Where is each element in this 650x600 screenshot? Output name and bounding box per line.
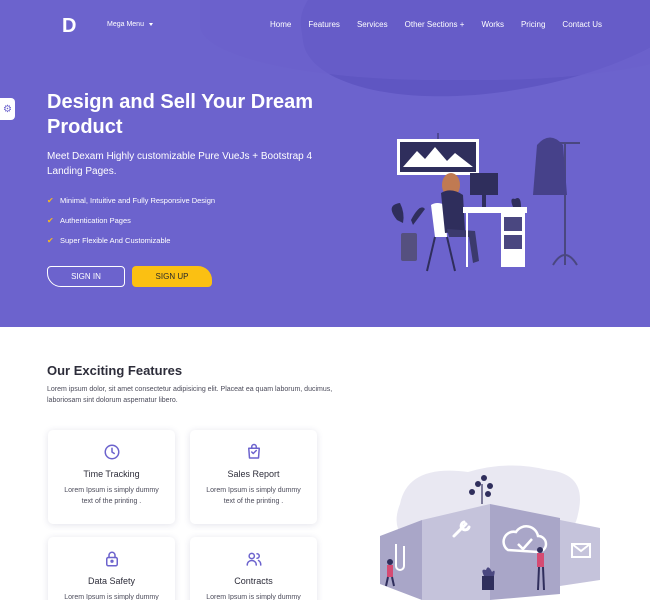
clock-icon xyxy=(104,444,119,460)
checklist-item: ✔ Minimal, Intuitive and Fully Responsiv… xyxy=(47,190,215,210)
feature-card-contracts[interactable]: Contracts Lorem Ipsum is simply dummy xyxy=(190,537,317,600)
sign-in-button[interactable]: SIGN IN xyxy=(47,266,125,287)
card-title: Time Tracking xyxy=(83,469,140,479)
panel-left xyxy=(380,520,422,600)
nav-item-features[interactable]: Features xyxy=(308,20,340,29)
checklist-text: Minimal, Intuitive and Fully Responsive … xyxy=(60,195,216,205)
nav-item-services[interactable]: Services xyxy=(357,20,388,29)
gear-icon: ⚙ xyxy=(3,103,12,115)
coat xyxy=(533,137,567,195)
nav-item-home[interactable]: Home xyxy=(270,20,291,29)
card-text: Lorem Ipsum is simply dummy xyxy=(206,594,301,600)
hero-subtitle: Meet Dexam Highly customizable Pure VueJ… xyxy=(47,151,313,177)
nav-item-pricing[interactable]: Pricing xyxy=(521,20,545,29)
card-text: Lorem Ipsum is simply dummy text of the … xyxy=(64,487,159,505)
hero-section: D Mega Menu Home Features Services Other… xyxy=(0,0,650,327)
feature-card-time-tracking[interactable]: Time Tracking Lorem Ipsum is simply dumm… xyxy=(48,430,175,524)
logo[interactable]: D xyxy=(62,15,76,38)
settings-toggle[interactable]: ⚙ xyxy=(0,98,15,120)
navbar: D Mega Menu Home Features Services Other… xyxy=(0,0,650,52)
nav-item-other-sections[interactable]: Other Sections + xyxy=(405,20,465,29)
feature-card-sales-report[interactable]: Sales Report Lorem Ipsum is simply dummy… xyxy=(190,430,317,524)
mega-menu-label: Mega Menu xyxy=(107,21,144,28)
check-icon: ✔ xyxy=(47,235,54,245)
checklist-text: Authentication Pages xyxy=(60,215,131,225)
main-menu: Home Features Services Other Sections + … xyxy=(253,20,602,29)
panel-tools xyxy=(422,504,490,600)
lock-icon xyxy=(105,551,118,567)
card-text: Lorem Ipsum is simply dummy text of the … xyxy=(206,487,301,505)
checklist-text: Super Flexible And Customizable xyxy=(60,235,171,245)
sign-up-button[interactable]: SIGN UP xyxy=(132,266,212,287)
desk xyxy=(463,207,527,213)
users-icon xyxy=(246,552,261,566)
card-title: Data Safety xyxy=(87,576,136,586)
features-illustration xyxy=(380,465,600,600)
check-icon: ✔ xyxy=(47,195,54,205)
checklist-item: ✔ Authentication Pages xyxy=(47,210,215,230)
hero-illustration xyxy=(391,133,580,272)
nav-item-contact[interactable]: Contact Us xyxy=(562,20,602,29)
shopping-bag-icon xyxy=(247,443,260,459)
features-title: Our Exciting Features xyxy=(47,363,183,378)
hero-title: Design and Sell Your Dream Product xyxy=(47,91,314,138)
mega-menu-dropdown[interactable]: Mega Menu xyxy=(107,21,153,28)
hero-checklist: ✔ Minimal, Intuitive and Fully Responsiv… xyxy=(47,190,215,250)
feature-card-data-safety[interactable]: Data Safety Lorem Ipsum is simply dummy xyxy=(48,537,175,600)
plant-pot xyxy=(401,233,417,261)
caret-down-icon xyxy=(148,23,153,26)
card-title: Contracts xyxy=(234,576,273,586)
monitor xyxy=(470,173,498,195)
nav-item-works[interactable]: Works xyxy=(481,20,504,29)
check-icon: ✔ xyxy=(47,215,54,225)
checklist-item: ✔ Super Flexible And Customizable xyxy=(47,230,215,250)
features-description: Lorem ipsum dolor, sit amet consectetur … xyxy=(47,386,333,404)
card-text: Lorem Ipsum is simply dummy xyxy=(64,594,159,600)
card-title: Sales Report xyxy=(227,469,280,479)
panel-right xyxy=(560,520,600,586)
